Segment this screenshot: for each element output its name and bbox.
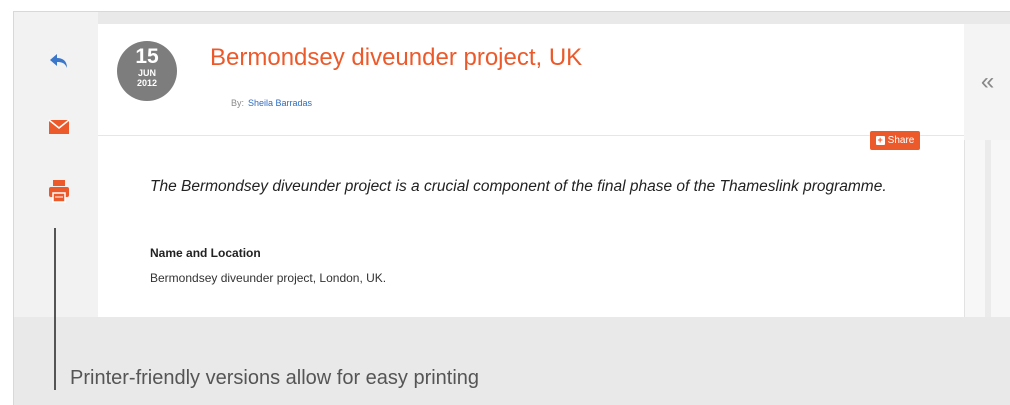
email-button[interactable] (42, 112, 76, 142)
date-year: 2012 (136, 78, 158, 88)
section-heading: Name and Location (150, 246, 261, 260)
right-rail (964, 140, 1010, 317)
date-month: JUN (137, 68, 156, 78)
article-title: Bermondsey diveunder project, UK (210, 44, 583, 71)
article-viewer-frame: Printer-friendly versions allow for easy… (13, 11, 1010, 405)
date-day: 15 (135, 45, 159, 68)
callout-caption: Printer-friendly versions allow for easy… (70, 367, 480, 389)
share-button[interactable]: + Share (870, 131, 920, 150)
article-card: 15 JUN 2012 Bermondsey diveunder project… (98, 24, 964, 317)
date-badge: 15 JUN 2012 (117, 41, 177, 101)
author-link[interactable]: Sheila Barradas (248, 98, 312, 108)
byline: By: Sheila Barradas (231, 98, 312, 108)
byline-prefix: By: (231, 98, 245, 108)
callout-pointer-line (54, 228, 56, 390)
article-lead: The Bermondsey diveunder project is a cr… (150, 178, 887, 195)
section-body: Bermondsey diveunder project, London, UK… (150, 271, 387, 285)
reply-button[interactable] (42, 46, 76, 76)
print-button[interactable] (42, 176, 76, 206)
rail-divider (985, 140, 991, 317)
article-toolbar (14, 12, 98, 317)
collapse-panel-button[interactable]: « (964, 24, 1010, 140)
double-chevron-left-icon: « (980, 68, 995, 95)
printer-icon (49, 180, 69, 203)
plus-icon: + (875, 135, 885, 145)
article-header: 15 JUN 2012 Bermondsey diveunder project… (98, 24, 964, 136)
share-label: Share (887, 135, 915, 146)
envelope-icon (48, 119, 70, 134)
reply-icon (50, 54, 67, 68)
